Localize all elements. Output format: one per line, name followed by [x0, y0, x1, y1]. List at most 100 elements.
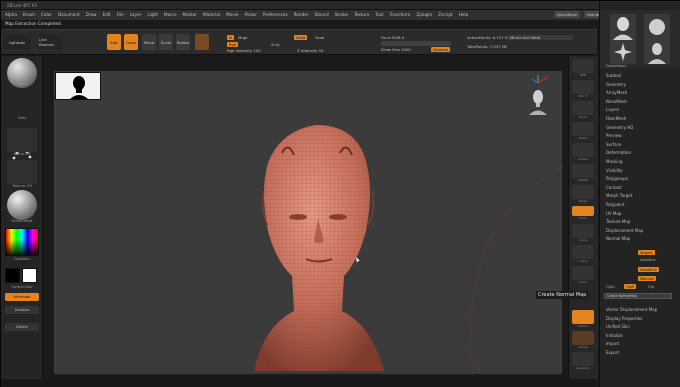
adaptive-toggle[interactable]: Adaptive	[640, 258, 656, 262]
tool-subpalette-subtool[interactable]: Subtool	[606, 73, 621, 78]
menu-item-zplugin[interactable]: Zplugin	[416, 12, 432, 17]
tool-subpalette-preview[interactable]: Preview	[606, 133, 622, 138]
tool-subpalette-uv-map[interactable]: UV Map	[606, 211, 621, 216]
tool-subpalette-export[interactable]: Export	[606, 350, 619, 355]
mrgb-toggle[interactable]: M	[227, 35, 235, 40]
delete-button[interactable]: Delete	[5, 323, 39, 331]
sphere-thumb-icon[interactable]	[644, 14, 670, 40]
smooth-uv-toggle[interactable]: SmoothUV	[638, 267, 659, 272]
main-color-swatch[interactable]	[5, 268, 20, 283]
actual-button[interactable]	[572, 143, 594, 157]
menu-item-transform[interactable]: Transform	[389, 12, 410, 17]
tool-subpalette-nanomesh[interactable]: NanoMesh	[606, 99, 627, 104]
dynamic-button[interactable]	[572, 352, 594, 366]
doubles-button[interactable]: Doubles	[5, 306, 39, 314]
sub-vector-toggle[interactable]: Flip	[648, 285, 654, 289]
lsym-button[interactable]	[572, 245, 594, 259]
simplebrush-thumb-icon[interactable]	[610, 40, 636, 64]
tool-subpalette-contact[interactable]: Contact	[606, 185, 622, 190]
menu-item-material[interactable]: Material	[203, 12, 220, 17]
demohead-thumb-icon[interactable]	[610, 14, 636, 40]
tool-subpalette-geometry-hd[interactable]: Geometry HD	[606, 125, 633, 130]
menu-item-help[interactable]: Help	[459, 12, 469, 17]
tool-subpalette-unified-skin[interactable]: Unified Skin	[606, 324, 630, 329]
tool-subpalette-displacement-map[interactable]: Displacement Map	[606, 228, 643, 233]
focal-shift-slider[interactable]	[381, 41, 451, 46]
focal-shift[interactable]: Focal Shift 0	[381, 35, 404, 40]
alternate-button[interactable]: Alternate	[5, 293, 39, 301]
material-sphere-icon[interactable]	[7, 190, 37, 220]
menu-item-tool[interactable]: Tool	[375, 12, 383, 17]
draw-size[interactable]: Draw Size 1000	[381, 47, 411, 52]
menu-item-movie[interactable]: Movie	[226, 12, 238, 17]
material-color-swatch[interactable]	[195, 34, 209, 50]
edit-button[interactable]: Edit	[107, 34, 121, 50]
menu-item-light[interactable]: Light	[147, 12, 157, 17]
z-intensity[interactable]: Z Intensity 50	[297, 48, 323, 53]
menu-item-edit[interactable]: Edit	[103, 12, 111, 17]
create-normal-map-button[interactable]: Create NormalMap	[604, 293, 672, 299]
flip-g-toggle[interactable]: FlipG	[606, 285, 615, 289]
tool-subpalette-surface[interactable]: Surface	[606, 142, 621, 147]
rgb-toggle[interactable]: Rgb	[227, 42, 238, 47]
menu-item-layer[interactable]: Layer	[130, 12, 142, 17]
menu-item-render[interactable]: Render	[294, 12, 309, 17]
color-picker[interactable]	[5, 228, 39, 256]
liveboolean-button[interactable]: Live Boolean	[39, 34, 63, 50]
zoom-button[interactable]	[572, 122, 594, 136]
scroll-button[interactable]	[572, 101, 594, 115]
document-canvas[interactable]	[53, 70, 564, 376]
tool-subpalette-texture-map[interactable]: Texture Map	[606, 219, 630, 224]
tool-subpalette-display-properties[interactable]: Display Properties	[606, 316, 642, 321]
alpha-slot[interactable]	[7, 128, 37, 152]
tool-subpalette-layers[interactable]: Layers	[606, 107, 619, 112]
menu-item-alpha[interactable]: Alpha	[5, 12, 17, 17]
tool-subpalette-initialize[interactable]: Initialize	[606, 333, 623, 338]
move-button[interactable]: Move	[142, 34, 156, 50]
tool-subpalette-morph-target[interactable]: Morph Target	[606, 193, 632, 198]
texture-slot[interactable]	[7, 160, 37, 184]
zcut-toggle[interactable]: Zcut	[271, 42, 280, 47]
mirror-weld-select[interactable]: Mirror And Weld	[507, 35, 573, 40]
tangent-toggle[interactable]: Tangent	[638, 250, 655, 255]
transp-button[interactable]	[572, 331, 594, 345]
menu-item-color[interactable]: Color	[41, 12, 52, 17]
menu-item-texture[interactable]: Texture	[354, 12, 369, 17]
spix-button[interactable]	[572, 80, 594, 94]
persp-button[interactable]	[572, 185, 594, 199]
draw-button[interactable]: Draw	[124, 34, 138, 50]
tool-subpalette-arraymesh[interactable]: ArrayMesh	[606, 90, 627, 95]
tool-subpalette-visibility[interactable]: Visibility	[606, 168, 623, 173]
snormal-toggle[interactable]: SNormal	[638, 276, 656, 281]
menu-item-stencil[interactable]: Stencil	[314, 12, 328, 17]
menu-item-picker[interactable]: Picker	[244, 12, 256, 17]
tool-subpalette-import[interactable]: Import	[606, 341, 619, 346]
aahalf-button[interactable]	[572, 164, 594, 178]
zsub-toggle[interactable]: Zsub	[315, 35, 324, 40]
bpr-button[interactable]	[572, 59, 594, 73]
menu-item-file[interactable]: File	[117, 12, 124, 17]
menu-item-macro[interactable]: Macro	[164, 12, 177, 17]
menu-item-stroke[interactable]: Stroke	[335, 12, 348, 17]
menu-item-zscript[interactable]: Zscript	[438, 12, 453, 17]
lightbox-button[interactable]: Lightbox	[3, 34, 31, 50]
dynamic-toggle[interactable]: Dynamic	[431, 47, 451, 52]
local-button[interactable]	[572, 224, 594, 238]
menu-item-draw[interactable]: Draw	[86, 12, 97, 17]
tool-subpalette-polypaint[interactable]: Polypaint	[606, 202, 624, 207]
tool-subpalette-fibermesh[interactable]: FiberMesh	[606, 116, 626, 121]
flip-r-toggle[interactable]: FlipR	[624, 284, 636, 289]
rotate-button[interactable]: Rotate	[176, 34, 190, 50]
switch-color-label[interactable]: SwitchColor	[5, 285, 39, 289]
menu-item-document[interactable]: Document	[58, 12, 80, 17]
tool-subpalette-geometry[interactable]: Geometry	[606, 82, 626, 87]
menu-item-preferences[interactable]: Preferences	[263, 12, 288, 17]
quicksave-button[interactable]: QuickSave	[554, 11, 581, 18]
menu-item-brush[interactable]: Brush	[23, 12, 35, 17]
rgb-intensity[interactable]: Rgb Intensity 100	[227, 48, 261, 53]
floor-button[interactable]	[572, 206, 594, 216]
tool-subpalette-vector-displacement-map[interactable]: Vector Displacement Map	[606, 307, 657, 312]
tool-subpalette-deformation[interactable]: Deformation	[606, 150, 631, 155]
frame-button[interactable]	[572, 310, 594, 324]
zadd-toggle[interactable]: Zadd	[294, 35, 307, 40]
